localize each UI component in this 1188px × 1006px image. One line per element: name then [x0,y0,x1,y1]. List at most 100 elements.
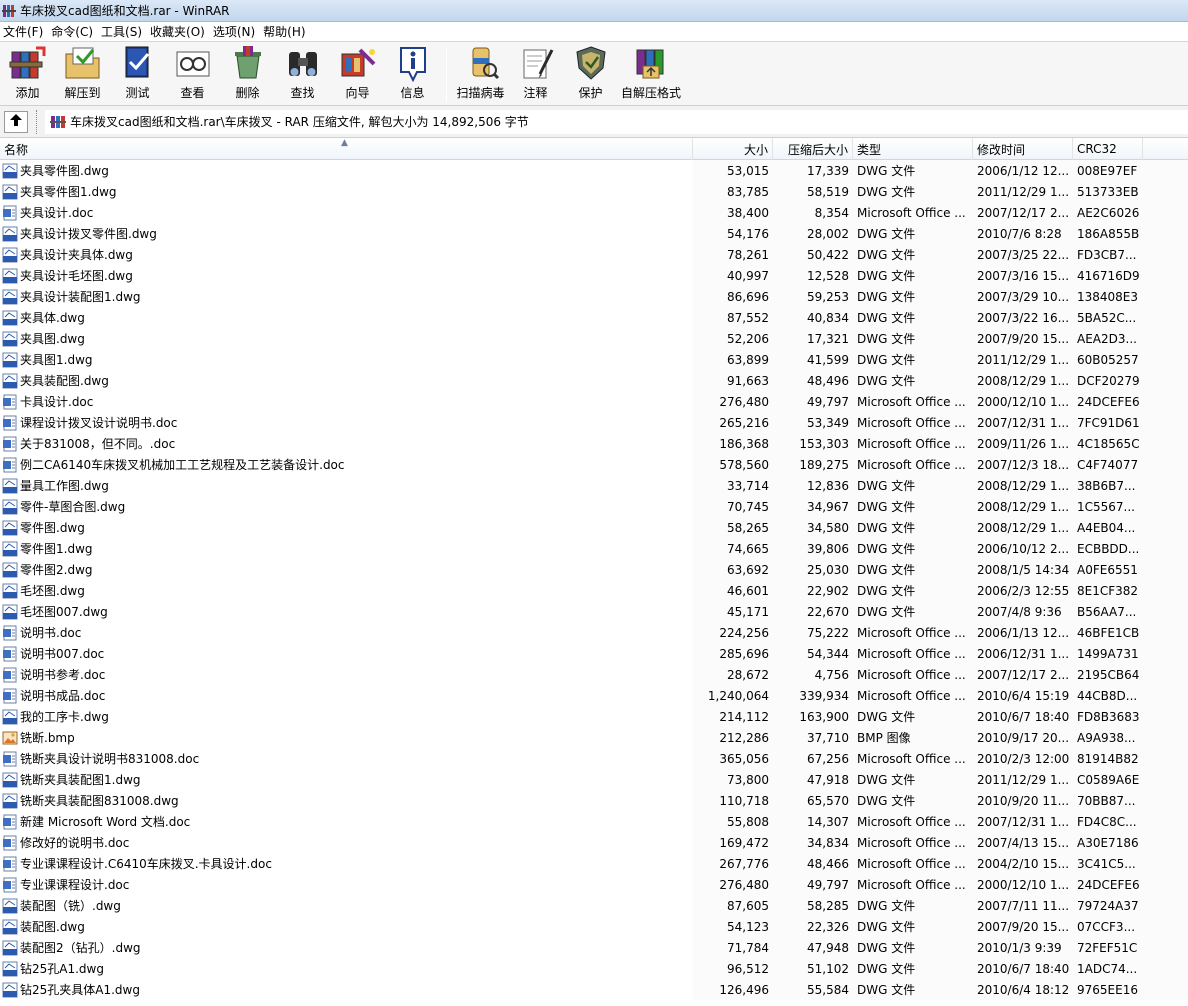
file-row[interactable]: 零件图1.dwg 74,665 39,806 DWG 文件 2006/10/12 2..… [0,538,1188,559]
file-row[interactable]: 夹具零件图1.dwg 83,785 58,519 DWG 文件 2011/12/29 1… [0,181,1188,202]
file-packed-cell: 50,422 [807,247,849,262]
file-row[interactable]: 铣断夹具装配图831008.dwg 110,718 65,570 DWG 文件 2010… [0,790,1188,811]
virus-scan-button[interactable]: 扫描病毒 [453,44,508,101]
file-crc-cell: AEA2D3... [1077,331,1137,346]
file-row[interactable]: 量具工作图.dwg 33,714 12,836 DWG 文件 2008/12/29 1.… [0,475,1188,496]
menu-commands[interactable]: 命令(C) [48,23,98,40]
archive-path-field[interactable]: 车床拨叉cad图纸和文档.rar\车床拨叉 - RAR 压缩文件, 解包大小为 … [45,109,1188,134]
file-row[interactable]: 夹具图.dwg 52,206 17,321 DWG 文件 2007/9/20 15...… [0,328,1188,349]
file-modified-cell: 2010/9/20 11... [977,793,1070,808]
file-size-cell: 52,206 [727,331,769,346]
file-row[interactable]: 说明书参考.doc 28,672 4,756 Microsoft Office ...… [0,664,1188,685]
file-modified-cell: 2006/1/12 12... [977,163,1070,178]
file-row[interactable]: 铣断.bmp 212,286 37,710 BMP 图像 2010/9/17 20...… [0,727,1188,748]
file-row[interactable]: 夹具设计夹具体.dwg 78,261 50,422 DWG 文件 2007/3/25 2… [0,244,1188,265]
file-row[interactable]: 夹具设计装配图1.dwg 86,696 59,253 DWG 文件 2007/3/29 … [0,286,1188,307]
delete-button[interactable]: 删除 [220,44,275,101]
file-size-cell: 38,400 [727,205,769,220]
file-row[interactable]: 装配图（铣）.dwg 87,605 58,285 DWG 文件 2007/7/11 11… [0,895,1188,916]
file-name: 毛坯图.dwg [20,584,85,598]
file-type-cell: DWG 文件 [857,374,916,388]
file-name: 修改好的说明书.doc [20,836,130,850]
menu-help[interactable]: 帮助(H) [260,23,310,40]
comment-button[interactable]: 注释 [508,44,563,101]
column-header-row: 名称 大小 压缩后大小 类型 修改时间 CRC32 ▲ [0,138,1188,160]
dwg-file-icon [2,961,18,977]
file-packed-cell: 22,902 [807,583,849,598]
sfx-button[interactable]: 自解压格式 [618,44,684,101]
wizard-button[interactable]: 向导 [330,44,385,101]
file-row[interactable]: 专业课课程设计.doc 276,480 49,797 Microsoft Office… [0,874,1188,895]
test-button[interactable]: 测试 [110,44,165,101]
file-row[interactable]: 卡具设计.doc 276,480 49,797 Microsoft Office ..… [0,391,1188,412]
file-row[interactable]: 铣断夹具设计说明书831008.doc 365,056 67,256 Microsof… [0,748,1188,769]
file-row[interactable]: 零件图2.dwg 63,692 25,030 DWG 文件 2008/1/5 14:34… [0,559,1188,580]
column-header-crc[interactable]: CRC32 [1073,138,1143,160]
protect-shield-icon [571,44,611,82]
file-modified-cell: 2011/12/29 1... [977,352,1070,367]
file-row[interactable]: 夹具设计拨叉零件图.dwg 54,176 28,002 DWG 文件 2010/7/6 … [0,223,1188,244]
file-name-cell: 夹具图1.dwg [0,349,693,370]
file-size-cell: 28,672 [727,667,769,682]
file-row[interactable]: 夹具装配图.dwg 91,663 48,496 DWG 文件 2008/12/29 1.… [0,370,1188,391]
file-row[interactable]: 专业课课程设计.C6410车床拨叉.卡具设计.doc 267,776 48,466 M… [0,853,1188,874]
column-header-type[interactable]: 类型 [853,138,973,160]
file-row[interactable]: 说明书成品.doc 1,240,064 339,934 Microsoft Offic… [0,685,1188,706]
file-row[interactable]: 铣断夹具装配图1.dwg 73,800 47,918 DWG 文件 2011/12/29… [0,769,1188,790]
file-row[interactable]: 装配图.dwg 54,123 22,326 DWG 文件 2007/9/20 15...… [0,916,1188,937]
file-size-cell: 73,800 [727,772,769,787]
file-row[interactable]: 新建 Microsoft Word 文档.doc 55,808 14,307 Micr… [0,811,1188,832]
file-row[interactable]: 说明书007.doc 285,696 54,344 Microsoft Office … [0,643,1188,664]
menu-file[interactable]: 文件(F) [0,23,48,40]
file-name: 铣断夹具装配图831008.dwg [20,794,179,808]
file-row[interactable]: 课程设计拨叉设计说明书.doc 265,216 53,349 Microsoft Of… [0,412,1188,433]
info-button[interactable]: 信息 [385,44,440,101]
file-row[interactable]: 毛坯图.dwg 46,601 22,902 DWG 文件 2006/2/3 12:55 8… [0,580,1188,601]
file-row[interactable]: 夹具零件图.dwg 53,015 17,339 DWG 文件 2006/1/12 12.… [0,160,1188,181]
column-header-modified[interactable]: 修改时间 [973,138,1073,160]
file-size-cell: 33,714 [727,478,769,493]
file-row[interactable]: 夹具图1.dwg 63,899 41,599 DWG 文件 2011/12/29 1..… [0,349,1188,370]
file-name-cell: 我的工序卡.dwg [0,706,693,727]
menu-favorites[interactable]: 收藏夹(O) [147,23,210,40]
file-type-cell: DWG 文件 [857,941,916,955]
add-button[interactable]: 添加 [0,44,55,101]
file-row[interactable]: 说明书.doc 224,256 75,222 Microsoft Office ...… [0,622,1188,643]
file-type-cell: DWG 文件 [857,521,916,535]
file-packed-cell: 49,797 [807,877,849,892]
find-button[interactable]: 查找 [275,44,330,101]
file-row[interactable]: 修改好的说明书.doc 169,472 34,834 Microsoft Office… [0,832,1188,853]
file-crc-cell: A9A938... [1077,730,1136,745]
file-row[interactable]: 零件图.dwg 58,265 34,580 DWG 文件 2008/12/29 1...… [0,517,1188,538]
find-binoculars-icon [283,44,323,82]
file-type-cell: Microsoft Office ... [857,856,966,871]
file-row[interactable]: 零件-草图合图.dwg 70,745 34,967 DWG 文件 2008/12/29 … [0,496,1188,517]
column-header-size[interactable]: 大小 [693,138,773,160]
file-row[interactable]: 例二CA6140车床拨叉机械加工工艺规程及工艺装备设计.doc 578,560 18… [0,454,1188,475]
dwg-file-icon [2,268,18,284]
protect-button[interactable]: 保护 [563,44,618,101]
file-row[interactable]: 夹具设计毛坯图.dwg 40,997 12,528 DWG 文件 2007/3/16 1… [0,265,1188,286]
column-header-packed[interactable]: 压缩后大小 [773,138,853,160]
file-row[interactable]: 装配图2（钻孔）.dwg 71,784 47,948 DWG 文件 2010/1/3 9… [0,937,1188,958]
menu-tools[interactable]: 工具(S) [98,23,147,40]
file-row[interactable]: 我的工序卡.dwg 214,112 163,900 DWG 文件 2010/6/7 18… [0,706,1188,727]
file-name-cell: 课程设计拨叉设计说明书.doc [0,412,693,433]
file-size-cell: 53,015 [727,163,769,178]
file-name-cell: 钻25孔夹具体A1.dwg [0,979,693,1000]
file-row[interactable]: 钻25孔A1.dwg 96,512 51,102 DWG 文件 2010/6/7 18:… [0,958,1188,979]
file-row[interactable]: 关于831008，但不同。.doc 186,368 153,303 Microsoft… [0,433,1188,454]
file-row[interactable]: 毛坯图007.dwg 45,171 22,670 DWG 文件 2007/4/8 9:3… [0,601,1188,622]
extract-to-button[interactable]: 解压到 [55,44,110,101]
file-row[interactable]: 钻25孔夹具体A1.dwg 126,496 55,584 DWG 文件 2010/6/4… [0,979,1188,1000]
file-name: 量具工作图.dwg [20,479,109,493]
menu-bar: 文件(F) 命令(C) 工具(S) 收藏夹(O) 选项(N) 帮助(H) [0,22,1188,42]
up-folder-button[interactable] [4,110,28,133]
file-row[interactable]: 夹具体.dwg 87,552 40,834 DWG 文件 2007/3/22 16...… [0,307,1188,328]
menu-options[interactable]: 选项(N) [210,23,260,40]
file-row[interactable]: 夹具设计.doc 38,400 8,354 Microsoft Office ... 2… [0,202,1188,223]
view-button[interactable]: 查看 [165,44,220,101]
file-packed-cell: 41,599 [807,352,849,367]
file-size-cell: 96,512 [727,961,769,976]
file-crc-cell: 60B05257 [1077,352,1139,367]
